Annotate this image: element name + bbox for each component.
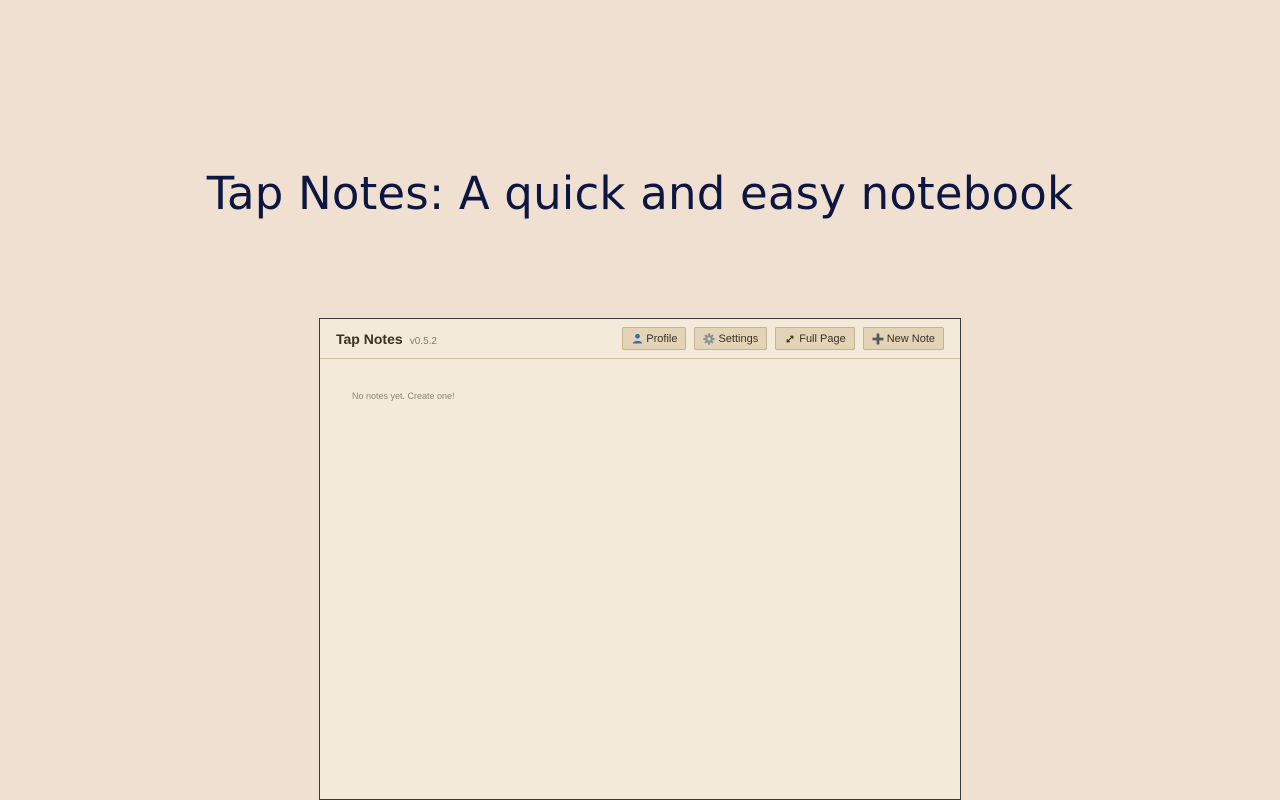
plus-icon — [872, 333, 884, 345]
app-name: Tap Notes — [336, 331, 403, 347]
new-note-button[interactable]: New Note — [862, 327, 944, 350]
expand-icon — [784, 333, 796, 345]
new-note-button-label: New Note — [886, 332, 935, 345]
app-brand: Tap Notes v0.5.2 — [336, 330, 437, 351]
page-title: Tap Notes: A quick and easy notebook — [206, 167, 1074, 220]
app-window: Tap Notes v0.5.2 Profile Settings Full P… — [319, 318, 961, 800]
fullpage-button-label: Full Page — [799, 332, 846, 345]
gear-icon — [703, 332, 716, 345]
app-version: v0.5.2 — [409, 336, 437, 347]
fullpage-button[interactable]: Full Page — [775, 327, 855, 350]
person-icon — [631, 333, 643, 345]
toolbar: Profile Settings Full Page New Note — [622, 327, 944, 350]
app-header: Tap Notes v0.5.2 Profile Settings Full P… — [320, 319, 960, 359]
profile-button[interactable]: Profile — [622, 327, 687, 350]
profile-button-label: Profile — [646, 332, 678, 345]
settings-button-label: Settings — [718, 332, 759, 345]
empty-notes-message: No notes yet. Create one! — [352, 391, 455, 401]
settings-button[interactable]: Settings — [694, 327, 768, 350]
